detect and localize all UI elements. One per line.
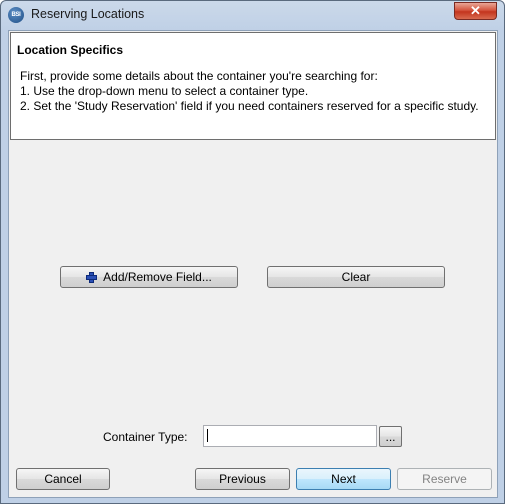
previous-label: Previous — [219, 472, 266, 486]
dialog-content: Location Specifics First, provide some d… — [8, 30, 498, 498]
dialog-window: BSI Reserving Locations ✕ Location Speci… — [0, 0, 505, 504]
text-caret — [207, 429, 208, 442]
reserve-label: Reserve — [422, 472, 467, 486]
info-line-intro: First, provide some details about the co… — [20, 69, 378, 83]
info-title: Location Specifics — [17, 43, 124, 57]
container-type-browse-button[interactable]: ... — [379, 426, 402, 447]
window-title: Reserving Locations — [31, 7, 145, 21]
container-type-input[interactable] — [203, 425, 377, 447]
clear-button[interactable]: Clear — [267, 266, 445, 288]
cancel-label: Cancel — [44, 472, 82, 486]
browse-label: ... — [385, 429, 396, 444]
app-icon-text: BSI — [11, 12, 21, 18]
info-line-step-1: 1. Use the drop-down menu to select a co… — [20, 84, 309, 98]
info-line-step-2: 2. Set the 'Study Reservation' field if … — [20, 99, 479, 113]
next-label: Next — [331, 472, 356, 486]
add-remove-field-label: Add/Remove Field... — [103, 270, 212, 284]
title-bar[interactable]: BSI Reserving Locations ✕ — [1, 1, 504, 30]
info-panel: Location Specifics First, provide some d… — [10, 32, 496, 140]
close-icon: ✕ — [470, 3, 481, 18]
close-button[interactable]: ✕ — [454, 2, 497, 20]
container-type-label: Container Type: — [103, 430, 188, 444]
previous-button[interactable]: Previous — [195, 468, 290, 490]
clear-label: Clear — [341, 270, 371, 284]
cancel-button[interactable]: Cancel — [16, 468, 110, 490]
container-type-field-wrapper — [203, 425, 377, 447]
reserve-button: Reserve — [397, 468, 492, 490]
next-button[interactable]: Next — [296, 468, 391, 490]
plus-icon — [86, 271, 98, 283]
add-remove-field-button[interactable]: Add/Remove Field... — [60, 266, 238, 288]
bsi-app-icon: BSI — [8, 7, 24, 23]
